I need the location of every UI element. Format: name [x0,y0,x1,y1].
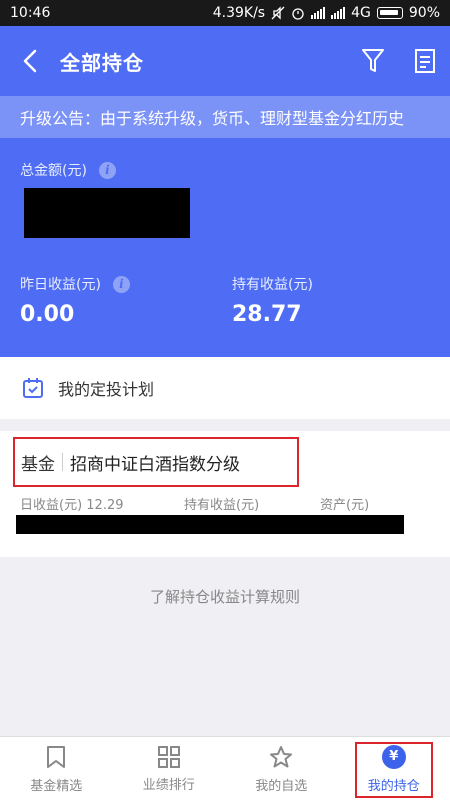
nav-bar: 全部持仓 [0,26,450,96]
yesterday-income-value: 0.00 [20,302,75,327]
signal-icon-2 [331,7,346,19]
filter-icon [362,49,384,72]
fund-type: 基金 [21,454,55,475]
total-amount-redacted [24,188,190,238]
holding-income-label: 持有收益(元) [232,277,313,293]
divider [62,453,63,471]
tab-label: 业绩排行 [142,777,195,793]
yesterday-income-text: 昨日收益(元) [20,277,101,293]
tab-performance-ranking[interactable]: 业绩排行 [113,737,226,800]
status-bar: 10:46 4.39K/s 4G 90% [0,0,450,26]
asset-label: 资产(元) [320,498,370,513]
tab-label: 我的自选 [255,778,308,794]
total-amount-label: 总金额(元) i [20,160,116,180]
tab-my-watchlist[interactable]: 我的自选 [225,737,338,800]
tab-my-holdings[interactable]: ¥ 我的持仓 [338,737,450,800]
tab-bar: 基金精选 业绩排行 我的自选 ¥ 我的持仓 [0,736,450,800]
alarm-icon [292,8,304,20]
fund-holding-income-label: 持有收益(元) [184,498,260,513]
grid-icon [157,745,180,768]
star-icon [270,745,293,767]
nav-actions [360,26,438,96]
summary-panel: 全部持仓 升级公告：由于系统升级，货币、理财型基金分红历史 总金额(元) i 昨… [0,26,450,357]
fund-name: 招商中证白酒指数分级 [70,454,240,475]
total-amount-text: 总金额(元) [20,163,87,179]
holding-income-value: 28.77 [232,302,302,327]
status-indicators: 4.39K/s 4G 90% [213,5,440,21]
info-icon[interactable]: i [98,161,116,179]
mute-icon [271,6,285,20]
back-button[interactable] [0,26,60,96]
page-title: 全部持仓 [60,50,144,75]
daily-income-label: 日收益(元) 12.29 [20,498,124,513]
network-speed: 4.39K/s [212,5,266,21]
calendar-icon [23,378,43,398]
battery-level: 90% [408,5,440,21]
fund-title[interactable]: 基金 招商中证白酒指数分级 [13,437,299,487]
filter-button[interactable] [360,48,386,74]
status-time: 10:46 [10,5,51,21]
tab-label: 基金精选 [30,778,83,794]
bookmark-icon [47,745,66,768]
network-type: 4G [351,5,371,21]
tab-fund-picks[interactable]: 基金精选 [0,737,113,800]
income-rules-link[interactable]: 了解持仓收益计算规则 [0,586,450,607]
yesterday-income-label: 昨日收益(元) i [20,274,130,294]
info-icon[interactable]: i [112,275,130,293]
yen-icon: ¥ [381,744,406,769]
notice-text: 升级公告：由于系统升级，货币、理财型基金分红历史 [20,109,405,128]
chevron-left-icon [23,49,37,73]
document-icon [415,49,435,73]
signal-icon [311,7,326,19]
tab-label: 我的持仓 [367,778,420,794]
investment-plan-label: 我的定投计划 [58,380,155,399]
fund-values-redacted [16,515,404,534]
document-button[interactable] [412,48,438,74]
fund-card[interactable]: 基金 招商中证白酒指数分级 日收益(元) 12.29 持有收益(元) 资产(元) [0,431,450,557]
investment-plan-row[interactable]: 我的定投计划 [0,357,450,419]
battery-icon [376,7,403,19]
notice-banner[interactable]: 升级公告：由于系统升级，货币、理财型基金分红历史 [0,96,450,138]
